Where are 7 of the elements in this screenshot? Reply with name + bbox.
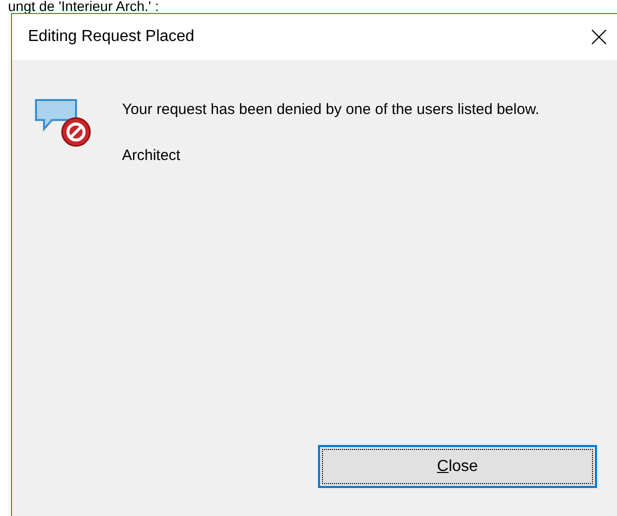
close-icon[interactable] (591, 29, 607, 45)
background-text: ungt de 'Interieur Arch.' : (7, 0, 160, 13)
user-name: Architect (122, 147, 182, 164)
denied-message-icon (34, 98, 92, 148)
close-button[interactable]: Close (318, 445, 597, 488)
window-title: Editing Request Placed (28, 28, 194, 46)
message-text: Your request has been denied by one of the users listed below. (122, 100, 540, 120)
